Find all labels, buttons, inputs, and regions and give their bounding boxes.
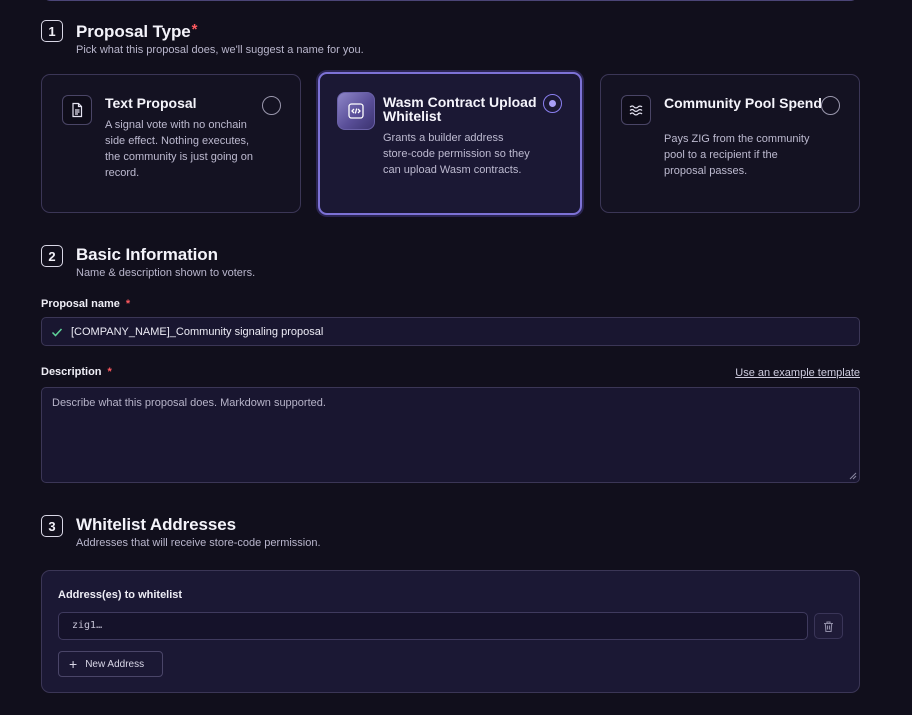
radio-button[interactable] [821,96,840,115]
whitelist-panel: Address(es) to whitelist zig1… + New Add… [41,570,860,693]
document-icon [62,95,92,125]
section-title: Basic Information [76,245,218,264]
card-title: Text Proposal [105,95,197,111]
section-title: Whitelist Addresses [76,515,236,534]
section-whitelist-addresses: 3 Whitelist Addresses Addresses that wil… [41,515,321,549]
description-textarea[interactable]: Describe what this proposal does. Markdo… [41,387,860,483]
proposal-name-label: Proposal name * [41,298,131,310]
description-label: Description * [41,366,112,378]
card-description: Pays ZIG from the community pool to a re… [664,133,810,177]
section-basic-information: 2 Basic Information Name & description s… [41,245,256,279]
proposal-name-input[interactable]: [COMPANY_NAME]_Community signaling propo… [41,317,860,346]
waves-icon [621,95,651,125]
delete-address-button[interactable] [814,613,843,639]
card-title: Community Pool Spend [664,95,822,111]
radio-button-selected[interactable] [543,94,562,113]
whitelist-label: Address(es) to whitelist [58,589,183,601]
description-placeholder: Describe what this proposal does. Markdo… [52,397,326,409]
address-input[interactable]: zig1… [58,612,808,640]
example-template-link[interactable]: Use an example template [735,367,860,379]
trash-icon [824,620,833,632]
proposal-type-card-text[interactable]: Text Proposal A signal vote with no onch… [41,74,301,213]
new-address-label: New Address [85,658,145,670]
card-title: Wasm Contract Upload Whitelist [383,94,537,124]
new-address-button[interactable]: + New Address [58,651,163,677]
card-description: A signal vote with no onchain side effec… [105,119,253,179]
section-subtitle: Name & description shown to voters. [76,267,256,279]
previous-panel-edge [41,0,860,1]
section-proposal-type: 1 Proposal Type* Pick what this proposal… [41,20,364,56]
code-icon [337,92,375,130]
radio-button[interactable] [262,96,281,115]
plus-icon: + [69,656,78,672]
card-description: Grants a builder address store-code perm… [383,132,530,176]
section-subtitle: Pick what this proposal does, we'll sugg… [76,44,364,56]
resize-grip-icon[interactable] [849,472,857,480]
proposal-type-card-pool[interactable]: Community Pool Spend Pays ZIG from the c… [600,74,860,213]
step-number: 3 [41,515,63,537]
section-title: Proposal Type* [76,21,198,41]
check-icon [51,327,63,337]
radio-dot [549,100,556,107]
proposal-type-card-wasm[interactable]: Wasm Contract Upload Whitelist Grants a … [318,72,582,215]
proposal-name-value: [COMPANY_NAME]_Community signaling propo… [71,325,324,338]
section-subtitle: Addresses that will receive store-code p… [76,537,321,549]
step-number: 2 [41,245,63,267]
required-mark: * [191,21,198,38]
step-number: 1 [41,20,63,42]
